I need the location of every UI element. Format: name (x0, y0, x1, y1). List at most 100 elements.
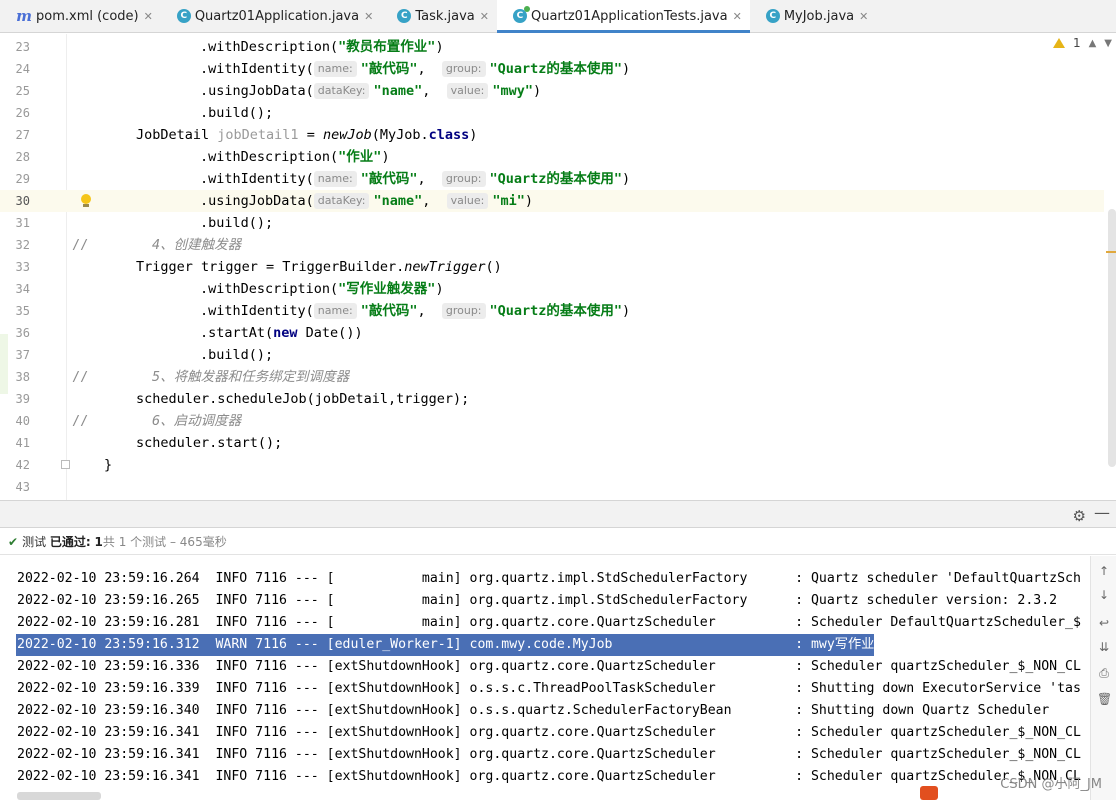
console-line[interactable]: 2022-02-10 23:59:16.341 INFO 7116 --- [e… (17, 766, 1081, 788)
console-line[interactable]: 2022-02-10 23:59:16.340 INFO 7116 --- [e… (17, 700, 1049, 722)
line-number: 24 (15, 62, 30, 76)
test-passed-count: 1 (94, 534, 103, 549)
test-total: 共 1 个测试 – 465毫秒 (102, 535, 227, 549)
arrow-down-icon[interactable]: ↓ (1097, 588, 1111, 602)
tab-quartz01application[interactable]: C Quartz01Application.java ✕ (161, 0, 381, 32)
code-line[interactable]: 41 scheduler.start(); (0, 432, 1104, 454)
console-line[interactable]: 2022-02-10 23:59:16.341 INFO 7116 --- [e… (17, 722, 1081, 744)
param-hint: name: (313, 171, 357, 187)
line-number: 28 (15, 150, 30, 164)
maven-icon: m (16, 7, 32, 25)
code-editor[interactable]: 23 .withDescription("教员布置作业") 24 .withIden… (0, 34, 1116, 500)
minimize-icon[interactable]: — (1094, 503, 1110, 522)
param-hint: group: (441, 303, 486, 319)
code-line[interactable]: 32//4、创建触发器 (0, 234, 1104, 256)
line-number: 32 (15, 238, 30, 252)
console-scrollbar[interactable] (17, 792, 101, 800)
code-line[interactable]: 29 .withIdentity(name: "敲代码", group: "Quart… (0, 168, 1104, 190)
fold-icon[interactable] (61, 460, 70, 469)
code-line[interactable]: 40//6、启动调度器 (0, 410, 1104, 432)
console-toolbar: ↑ ↓ ↩ ⇊ ⎙ 🗑 (1090, 556, 1116, 800)
line-number: 29 (15, 172, 30, 186)
line-number: 39 (15, 392, 30, 406)
code-line[interactable]: 23 .withDescription("教员布置作业") (0, 36, 1104, 58)
gear-icon[interactable]: ⚙ (1073, 507, 1086, 525)
code-line[interactable]: 27 JobDetail jobDetail1 = newJob(MyJob.cl… (0, 124, 1104, 146)
param-hint: value: (446, 193, 489, 209)
scroll-to-end-icon[interactable]: ⇊ (1097, 640, 1111, 654)
code-line[interactable]: 33 Trigger trigger = TriggerBuilder.newTr… (0, 256, 1104, 278)
console-line[interactable]: 2022-02-10 23:59:16.339 INFO 7116 --- [e… (17, 678, 1081, 700)
close-icon[interactable]: ✕ (859, 10, 868, 23)
chevron-up-icon[interactable]: ▲ (1089, 38, 1097, 49)
class-icon: C (176, 9, 191, 23)
tab-label: Quartz01Application.java (194, 8, 360, 24)
close-icon[interactable]: ✕ (144, 10, 153, 23)
test-status-bar: ✔ 测试 已通过: 1 共 1 个测试 – 465毫秒 (0, 529, 1116, 555)
close-icon[interactable]: ✕ (733, 10, 742, 23)
line-number: 40 (15, 414, 30, 428)
test-passed-label: 已通过: (49, 535, 91, 549)
class-icon: C (397, 9, 412, 23)
ime-icon (920, 786, 938, 800)
param-hint: group: (441, 171, 486, 187)
line-number: 30 (15, 194, 30, 208)
tab-label: Quartz01ApplicationTests.java (530, 8, 728, 24)
trash-icon[interactable]: 🗑 (1097, 692, 1112, 706)
code-line[interactable]: 34 .withDescription("写作业触发器") (0, 278, 1104, 300)
test-label: 测试 (22, 535, 47, 549)
tool-window-header: ⚙ — (0, 500, 1116, 528)
console-line[interactable]: 2022-02-10 23:59:16.336 INFO 7116 --- [e… (17, 656, 1081, 678)
code-line[interactable]: 36 .startAt(new Date()) (0, 322, 1104, 344)
tab-myjob[interactable]: C MyJob.java ✕ (750, 0, 877, 32)
code-line[interactable]: 39 scheduler.scheduleJob(jobDetail,trigge… (0, 388, 1104, 410)
console-line-selected[interactable]: 2022-02-10 23:59:16.312 WARN 7116 --- [e… (16, 634, 875, 656)
arrow-up-icon[interactable]: ↑ (1097, 564, 1111, 578)
lightbulb-icon[interactable] (80, 193, 92, 209)
line-number: 31 (15, 216, 30, 230)
code-line-current[interactable]: 30 .usingJobData(dataKey: "name", value: "m… (0, 190, 1104, 212)
close-icon[interactable]: ✕ (480, 10, 489, 23)
param-hint: value: (446, 83, 489, 99)
code-line[interactable]: 26 .build(); (0, 102, 1104, 124)
console-output[interactable]: 2022-02-10 23:59:16.264 INFO 7116 --- [ … (0, 556, 1090, 800)
editor-scrollbar[interactable] (1108, 209, 1116, 467)
code-line[interactable]: 35 .withIdentity(name: "敲代码", group: "Quart… (0, 300, 1104, 322)
code-line[interactable]: 24 .withIdentity(name: "敲代码", group: "Quart… (0, 58, 1104, 80)
code-line[interactable]: 43 (0, 476, 1104, 498)
close-icon[interactable]: ✕ (364, 10, 373, 23)
warning-marker[interactable] (1106, 251, 1116, 253)
soft-wrap-icon[interactable]: ↩ (1097, 616, 1111, 630)
code-line[interactable]: 37 .build(); (0, 344, 1104, 366)
editor-tab-bar: m pom.xml (code) ✕ C Quartz01Application… (0, 0, 1116, 33)
console-line[interactable]: 2022-02-10 23:59:16.281 INFO 7116 --- [ … (17, 612, 1081, 634)
watermark: CSDN @小阿_JM (1000, 777, 1102, 792)
line-number: 25 (15, 84, 30, 98)
code-line[interactable]: 31 .build(); (0, 212, 1104, 234)
console-line[interactable]: 2022-02-10 23:59:16.265 INFO 7116 --- [ … (17, 590, 1057, 612)
check-icon: ✔ (8, 534, 19, 549)
param-hint: group: (441, 61, 486, 77)
warning-icon (1052, 38, 1065, 48)
inspection-widget[interactable]: 1 ▲ ▼ (1052, 36, 1112, 50)
tab-task[interactable]: C Task.java ✕ (381, 0, 497, 32)
line-number: 26 (15, 106, 30, 120)
class-icon: C (765, 9, 780, 23)
console-line[interactable]: 2022-02-10 23:59:16.264 INFO 7116 --- [ … (17, 568, 1081, 590)
tab-pom-xml[interactable]: m pom.xml (code) ✕ (0, 0, 161, 32)
param-hint: dataKey: (313, 193, 370, 209)
tab-quartz01applicationtests[interactable]: C Quartz01ApplicationTests.java ✕ (496, 0, 750, 33)
code-line[interactable]: 38//5、将触发器和任务绑定到调度器 (0, 366, 1104, 388)
line-number: 37 (15, 348, 30, 362)
param-hint: name: (313, 303, 357, 319)
tab-label: MyJob.java (783, 8, 855, 24)
line-number: 33 (15, 260, 30, 274)
param-hint: name: (313, 61, 357, 77)
print-icon[interactable]: ⎙ (1097, 666, 1111, 680)
console-line[interactable]: 2022-02-10 23:59:16.341 INFO 7116 --- [e… (17, 744, 1081, 766)
code-line[interactable]: 25 .usingJobData(dataKey: "name", value: "m… (0, 80, 1104, 102)
chevron-down-icon[interactable]: ▼ (1104, 38, 1112, 49)
code-line[interactable]: 28 .withDescription("作业") (0, 146, 1104, 168)
tab-label: pom.xml (code) (36, 8, 139, 24)
code-line[interactable]: 42} (0, 454, 1104, 476)
